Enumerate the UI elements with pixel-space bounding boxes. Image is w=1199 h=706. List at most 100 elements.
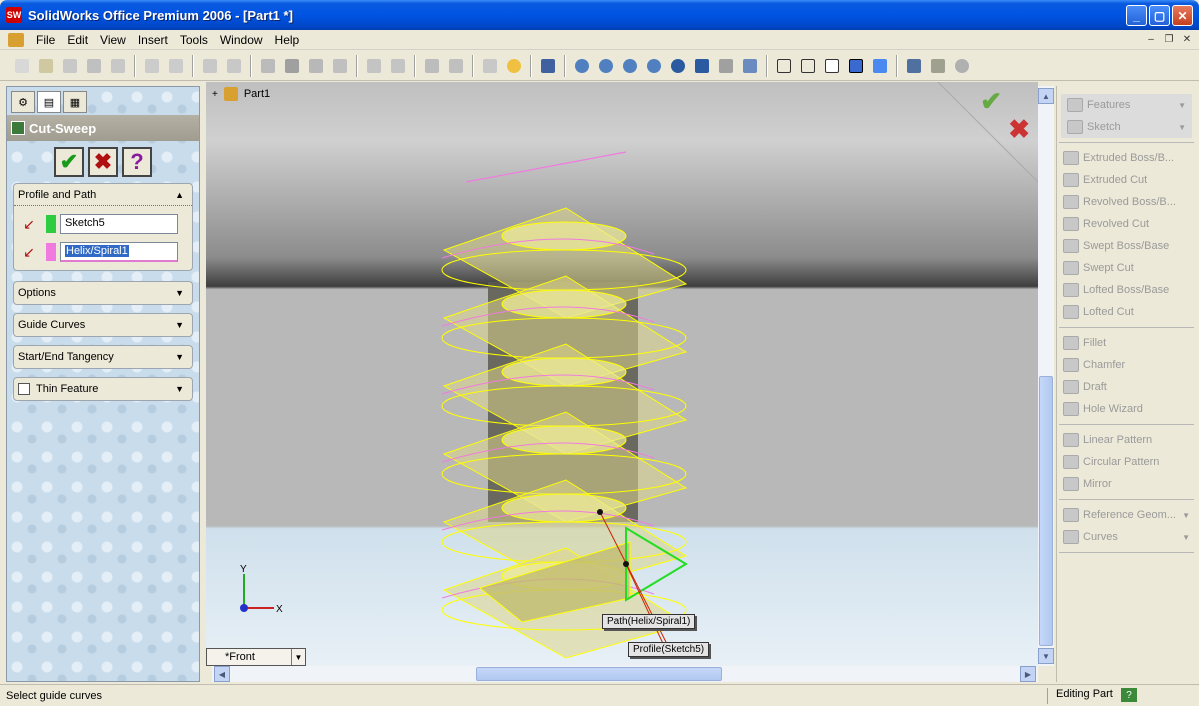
cancel-button[interactable]: ✖	[88, 147, 118, 177]
menu-window[interactable]: Window	[214, 31, 269, 49]
doc-restore-button[interactable]: ❐	[1161, 32, 1177, 46]
expand-down-icon[interactable]: ▼	[175, 288, 184, 298]
guide-curves-group[interactable]: Guide Curves ▼	[13, 313, 193, 337]
new-icon[interactable]	[11, 55, 33, 77]
publish-icon[interactable]	[107, 55, 129, 77]
document-icon[interactable]	[8, 32, 24, 47]
hidden-lines-visible-icon[interactable]	[797, 55, 819, 77]
extruded-boss-button[interactable]: Extruded Boss/B...	[1057, 147, 1196, 169]
grid-icon[interactable]	[363, 55, 385, 77]
view-orientation-icon[interactable]	[739, 55, 761, 77]
sketch-icon[interactable]	[305, 55, 327, 77]
vertical-scroll-thumb[interactable]	[1039, 376, 1053, 646]
menu-tools[interactable]: Tools	[174, 31, 214, 49]
property-manager-tab[interactable]: ▤	[37, 91, 61, 113]
expand-down-icon[interactable]: ▼	[175, 320, 184, 330]
draft-button[interactable]: Draft	[1057, 376, 1196, 398]
perspective-icon[interactable]	[927, 55, 949, 77]
options-icon[interactable]	[479, 55, 501, 77]
zoom-in-out-icon[interactable]	[619, 55, 641, 77]
save-icon[interactable]	[59, 55, 81, 77]
help-icon[interactable]	[503, 55, 525, 77]
fillet-button[interactable]: Fillet	[1057, 332, 1196, 354]
profile-and-path-header[interactable]: Profile and Path ▲	[14, 184, 192, 206]
copy-icon[interactable]	[165, 55, 187, 77]
wireframe-icon[interactable]	[773, 55, 795, 77]
scroll-left-icon[interactable]: ◀	[214, 666, 230, 682]
help-button[interactable]: ?	[122, 147, 152, 177]
expand-down-icon[interactable]: ▼	[175, 352, 184, 362]
doc-close-button[interactable]: ✕	[1179, 32, 1195, 46]
pan-icon[interactable]	[691, 55, 713, 77]
horizontal-scroll-thumb[interactable]	[476, 667, 722, 681]
feature-manager-tab[interactable]: ⚙	[11, 91, 35, 113]
confirm-ok-icon[interactable]: ✔	[980, 86, 1002, 117]
smart-dimension-icon[interactable]	[329, 55, 351, 77]
curves-button[interactable]: Curves ▼	[1057, 526, 1196, 548]
pan-rotate-icon[interactable]	[537, 55, 559, 77]
undo-icon[interactable]	[199, 55, 221, 77]
options-group[interactable]: Options ▼	[13, 281, 193, 305]
previous-view-icon[interactable]	[715, 55, 737, 77]
scroll-up-icon[interactable]: ▲	[1038, 88, 1054, 104]
configuration-manager-tab[interactable]: ▦	[63, 91, 87, 113]
extruded-cut-button[interactable]: Extruded Cut	[1057, 169, 1196, 191]
swept-boss-button[interactable]: Swept Boss/Base	[1057, 235, 1196, 257]
realview-icon[interactable]	[951, 55, 973, 77]
dropdown-arrow-icon[interactable]: ▼	[291, 649, 305, 665]
menu-edit[interactable]: Edit	[61, 31, 94, 49]
minimize-button[interactable]: _	[1126, 5, 1147, 26]
quick-tips-icon[interactable]: ?	[1121, 688, 1137, 702]
rebuild-icon[interactable]	[445, 55, 467, 77]
view-selector[interactable]: *Front ▼	[206, 648, 306, 666]
sketch-category[interactable]: Sketch ▼	[1061, 116, 1192, 138]
menu-insert[interactable]: Insert	[132, 31, 174, 49]
collapse-up-icon[interactable]: ▲	[175, 190, 184, 200]
select-other-icon[interactable]	[281, 55, 303, 77]
vertical-scrollbar[interactable]: ▲ ▼	[1038, 86, 1054, 666]
start-end-tangency-group[interactable]: Start/End Tangency ▼	[13, 345, 193, 369]
scroll-right-icon[interactable]: ▶	[1020, 666, 1036, 682]
revolved-cut-button[interactable]: Revolved Cut	[1057, 213, 1196, 235]
thin-feature-group[interactable]: Thin Feature ▼	[13, 377, 193, 401]
mirror-button[interactable]: Mirror	[1057, 473, 1196, 495]
open-icon[interactable]	[35, 55, 57, 77]
close-button[interactable]: ✕	[1172, 5, 1193, 26]
revolved-boss-button[interactable]: Revolved Boss/B...	[1057, 191, 1196, 213]
lofted-boss-button[interactable]: Lofted Boss/Base	[1057, 279, 1196, 301]
print-icon[interactable]	[83, 55, 105, 77]
linear-pattern-button[interactable]: Linear Pattern	[1057, 429, 1196, 451]
menu-file[interactable]: File	[30, 31, 61, 49]
thin-feature-checkbox[interactable]	[18, 383, 30, 396]
expand-down-icon[interactable]: ▼	[175, 384, 184, 394]
zoom-selection-icon[interactable]	[643, 55, 665, 77]
lofted-cut-button[interactable]: Lofted Cut	[1057, 301, 1196, 323]
rotate-view-icon[interactable]	[667, 55, 689, 77]
maximize-button[interactable]: ▢	[1149, 5, 1170, 26]
path-selection-box[interactable]: Helix/Spiral1	[60, 242, 178, 262]
hole-wizard-button[interactable]: Hole Wizard	[1057, 398, 1196, 420]
swept-cut-button[interactable]: Swept Cut	[1057, 257, 1196, 279]
path-callout[interactable]: Path(Helix/Spiral1)	[602, 614, 696, 629]
shaded-icon[interactable]	[869, 55, 891, 77]
scroll-down-icon[interactable]: ▼	[1038, 648, 1054, 664]
solidworks-app-icon[interactable]: SW	[6, 7, 22, 23]
profile-selection-box[interactable]: Sketch5	[60, 214, 178, 234]
table-icon[interactable]	[387, 55, 409, 77]
confirm-cancel-icon[interactable]: ✖	[1008, 114, 1030, 145]
shadows-icon[interactable]	[903, 55, 925, 77]
ok-button[interactable]: ✔	[54, 147, 84, 177]
hidden-lines-removed-icon[interactable]	[821, 55, 843, 77]
redo-icon[interactable]	[223, 55, 245, 77]
measure-icon[interactable]	[421, 55, 443, 77]
reference-geometry-button[interactable]: Reference Geom... ▼	[1057, 504, 1196, 526]
select-icon[interactable]	[257, 55, 279, 77]
zoom-to-area-icon[interactable]	[595, 55, 617, 77]
horizontal-scrollbar[interactable]: ◀ ▶	[212, 666, 1038, 682]
circular-pattern-button[interactable]: Circular Pattern	[1057, 451, 1196, 473]
features-category[interactable]: Features ▼	[1061, 94, 1192, 116]
menu-view[interactable]: View	[94, 31, 132, 49]
shaded-with-edges-icon[interactable]	[845, 55, 867, 77]
menu-help[interactable]: Help	[269, 31, 306, 49]
graphics-area[interactable]: + Part1 Y X ✔ ✖ Path(Helix/Spiral1) Prof…	[206, 82, 1038, 666]
